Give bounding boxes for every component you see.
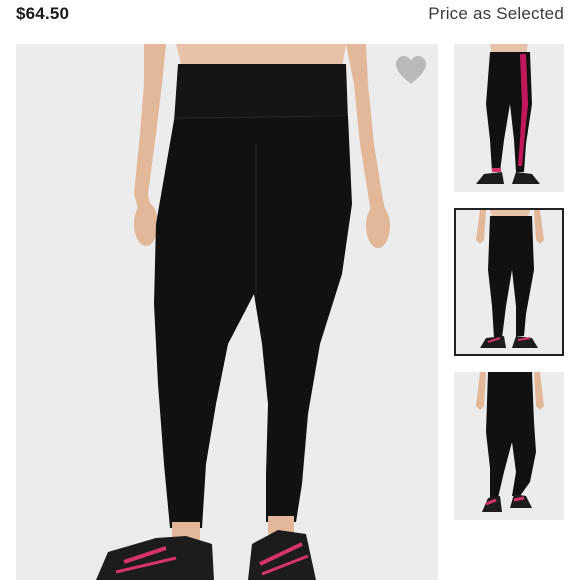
thumbnail-stripe-leggings-image	[454, 44, 564, 192]
heart-icon	[396, 56, 426, 84]
thumbnail-1[interactable]	[454, 44, 564, 192]
thumbnail-back-leggings-image	[454, 372, 564, 520]
thumbnail-3[interactable]	[454, 372, 564, 520]
main-product-image[interactable]	[16, 44, 438, 580]
thumbnail-2-selected[interactable]	[454, 208, 564, 356]
product-price: $64.50	[16, 4, 70, 23]
thumbnail-front-leggings-image	[456, 210, 562, 354]
favorite-heart-icon[interactable]	[394, 54, 428, 86]
leggings-model-illustration	[16, 44, 438, 580]
product-page: $64.50 Price as Selected	[0, 0, 580, 580]
price-as-selected-label: Price as Selected	[428, 4, 564, 23]
